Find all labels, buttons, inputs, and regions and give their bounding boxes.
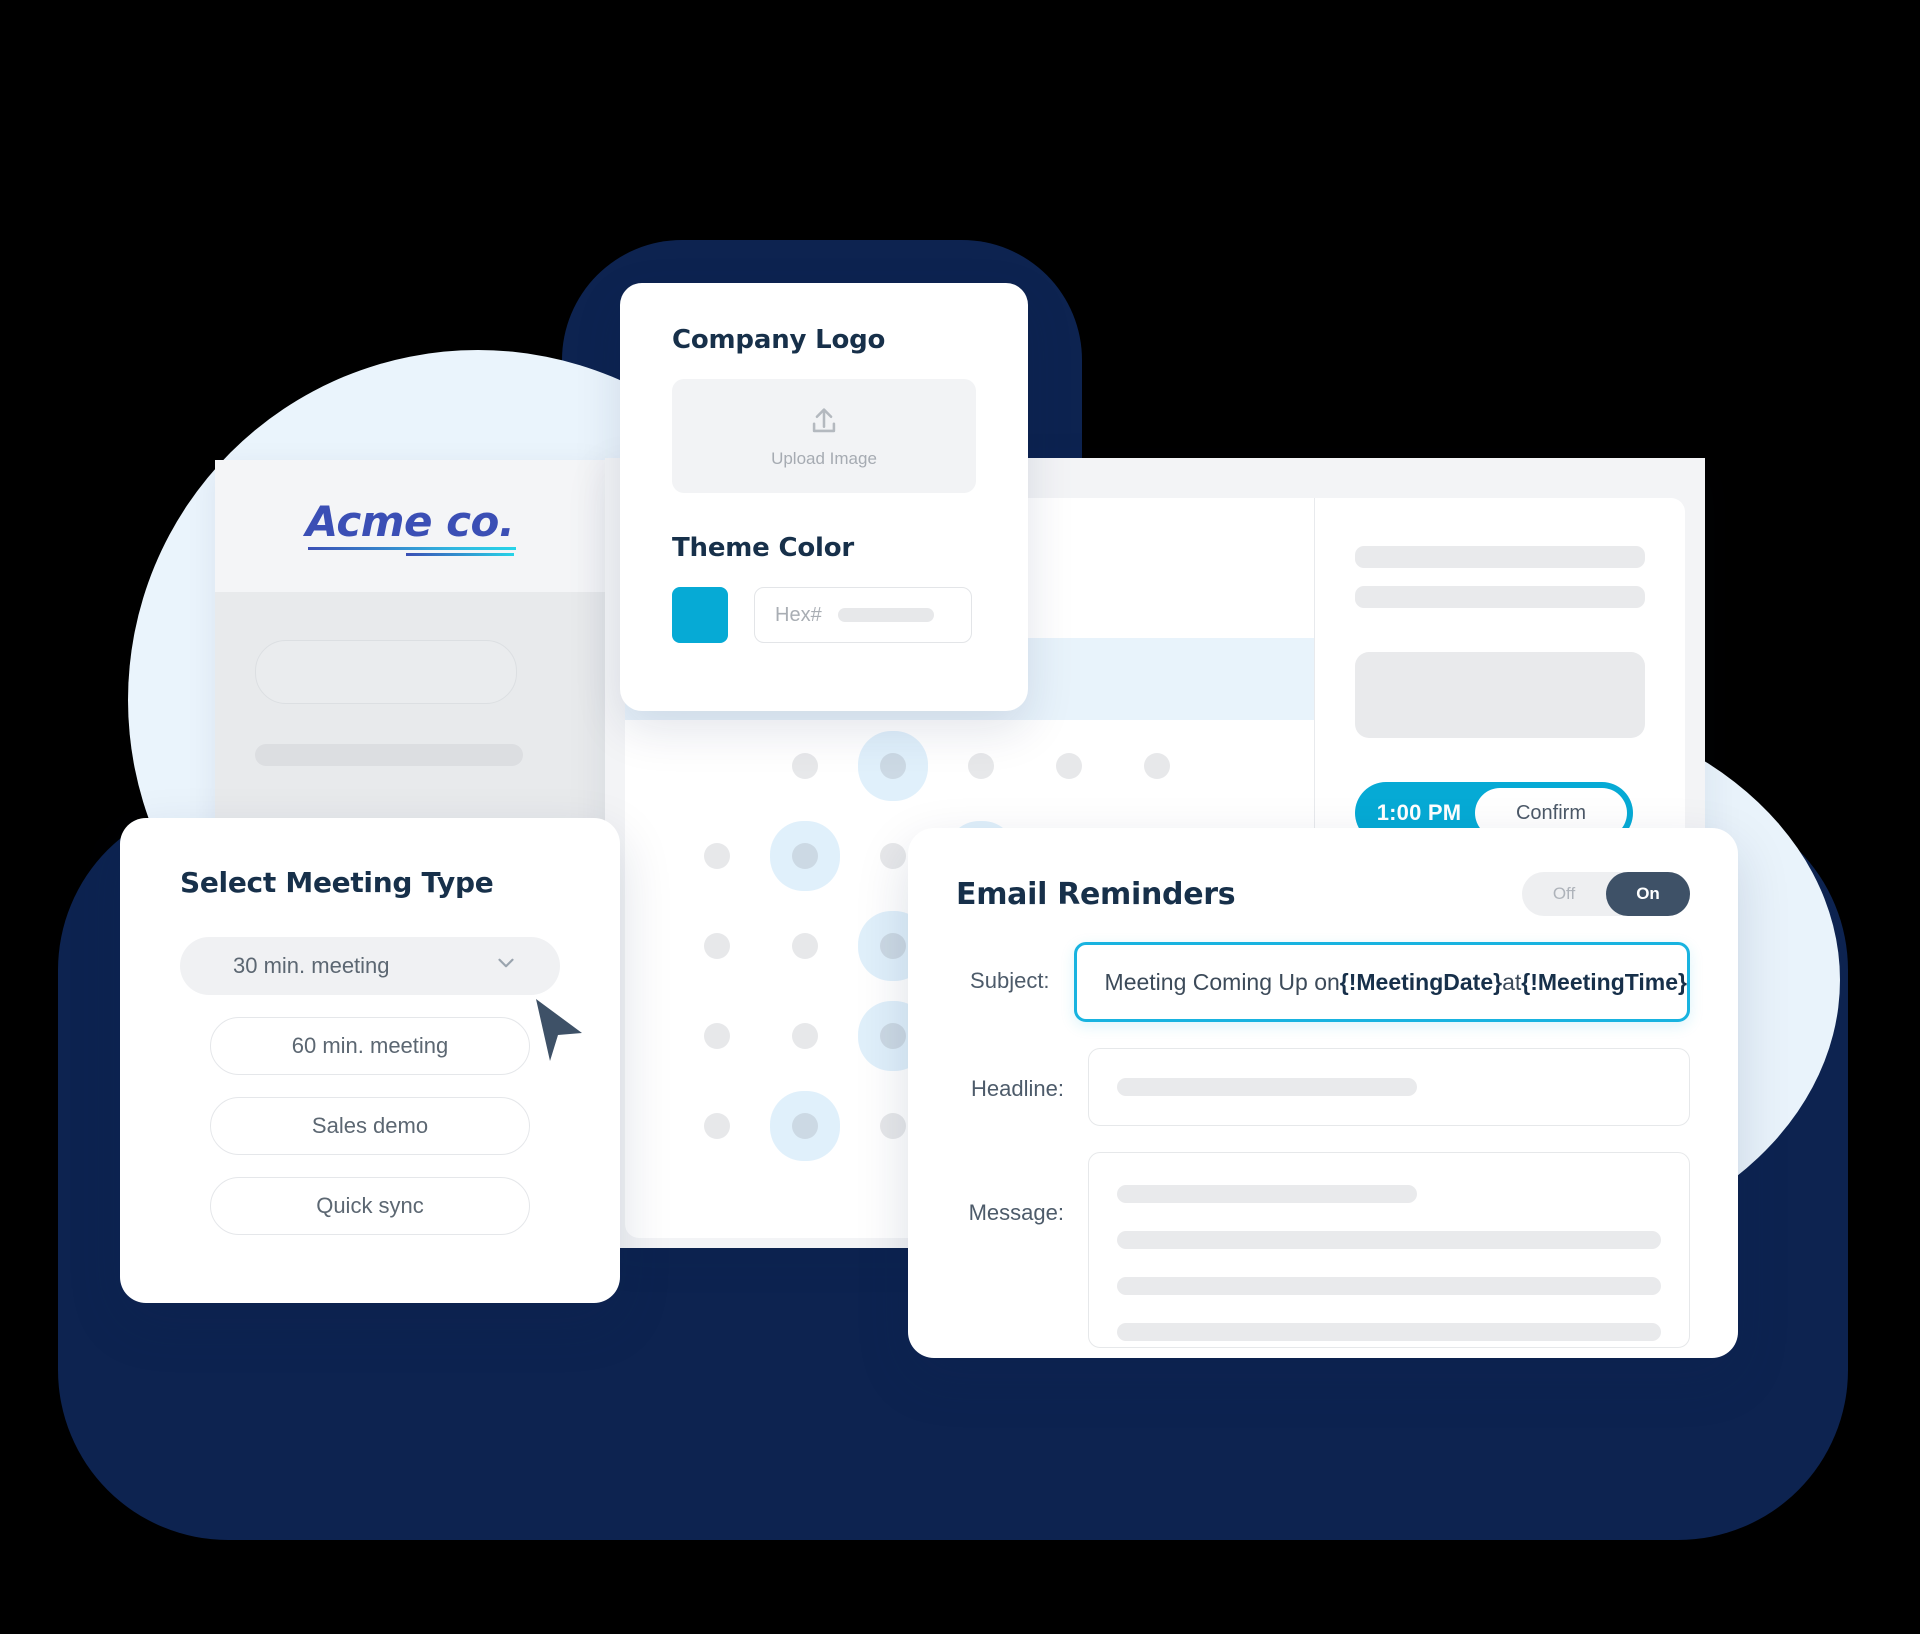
calendar-day-dot[interactable]: [792, 843, 818, 869]
headline-label: Headline:: [971, 1076, 1064, 1101]
message-line-placeholder: [1117, 1185, 1417, 1203]
calendar-day-dot[interactable]: [704, 1113, 730, 1139]
calendar-day-dot[interactable]: [704, 843, 730, 869]
email-reminders-title: Email Reminders: [956, 876, 1236, 912]
subject-text-mid: at: [1502, 968, 1522, 995]
subject-label: Subject:: [970, 968, 1050, 993]
meeting-type-option-label: 60 min. meeting: [291, 1033, 449, 1058]
message-input[interactable]: [1088, 1152, 1690, 1348]
navy-blob-notch: [0, 0, 210, 340]
message-line-placeholder: [1117, 1277, 1661, 1295]
message-line-placeholder: [1117, 1323, 1661, 1341]
meeting-type-option[interactable]: Quick sync: [210, 1177, 530, 1235]
email-reminders-toggle[interactable]: Off On: [1522, 872, 1690, 916]
theme-color-title: Theme Color: [672, 533, 854, 563]
calendar-day-dot[interactable]: [704, 933, 730, 959]
detail-line-placeholder: [1355, 546, 1645, 568]
headline-input[interactable]: [1088, 1048, 1690, 1126]
calendar-day-dot[interactable]: [792, 1023, 818, 1049]
headline-field-row: Headline:: [956, 1048, 1690, 1126]
calendar-day-dot[interactable]: [880, 1023, 906, 1049]
subject-field-row: Subject: Meeting Coming Up on {!MeetingD…: [956, 942, 1690, 1022]
meeting-type-option[interactable]: 60 min. meeting: [210, 1017, 530, 1075]
meeting-type-option-label: Quick sync: [316, 1193, 424, 1218]
hex-input-value-placeholder: [837, 608, 934, 622]
message-line-placeholder: [1117, 1231, 1661, 1249]
calendar-day-dot[interactable]: [792, 933, 818, 959]
hex-input-placeholder: Hex#: [775, 603, 822, 626]
calendar-day-dot[interactable]: [704, 1023, 730, 1049]
subject-text-prefix: Meeting Coming Up on: [1104, 968, 1340, 995]
hex-input[interactable]: Hex#: [754, 587, 972, 643]
acme-logo-underline-primary: [307, 546, 517, 550]
calendar-day-dot[interactable]: [792, 1113, 818, 1139]
toggle-on-option[interactable]: On: [1606, 872, 1690, 916]
meeting-type-option[interactable]: 30 min. meeting: [180, 937, 560, 995]
chevron-down-icon[interactable]: [493, 950, 519, 982]
calendar-day-dot[interactable]: [1056, 753, 1082, 779]
message-label: Message:: [968, 1200, 1064, 1225]
detail-block-placeholder: [1355, 652, 1645, 738]
headline-value-placeholder: [1117, 1078, 1417, 1096]
subject-token-date: {!MeetingDate}: [1339, 968, 1503, 995]
time-slot-label: 1:00 PM: [1376, 800, 1462, 825]
detail-line-placeholder: [1355, 586, 1645, 608]
calendar-day-dot[interactable]: [880, 753, 906, 779]
branding-logo-wrap: Acme co.: [215, 460, 605, 592]
subject-input[interactable]: Meeting Coming Up on {!MeetingDate} at {…: [1073, 942, 1690, 1022]
meeting-type-option[interactable]: Sales demo: [210, 1097, 530, 1155]
message-field-row: Message:: [956, 1152, 1690, 1348]
acme-logo-text: Acme co.: [305, 496, 515, 546]
cursor-arrow-icon: [536, 999, 582, 1061]
calendar-day-dot[interactable]: [1144, 753, 1170, 779]
company-logo-title: Company Logo: [672, 325, 886, 355]
calendar-day-dot[interactable]: [880, 1113, 906, 1139]
branding-placeholder-bar: [255, 744, 523, 766]
toggle-off-option[interactable]: Off: [1522, 872, 1606, 916]
upload-icon: [807, 404, 841, 443]
select-meeting-type-title: Select Meeting Type: [180, 866, 494, 899]
calendar-day-dot[interactable]: [880, 933, 906, 959]
calendar-day-dot[interactable]: [880, 843, 906, 869]
meeting-type-options: 30 min. meeting 60 min. meeting Sales demo…: [120, 937, 620, 1235]
calendar-day-dot[interactable]: [792, 753, 818, 779]
theme-color-row: Hex#: [672, 587, 976, 643]
subject-token-time: {!MeetingTime}: [1521, 968, 1687, 995]
theme-color-swatch[interactable]: [672, 587, 728, 643]
acme-logo: Acme co.: [305, 496, 517, 556]
illustration-stage: Acme co. 1:00 PM Confirm Company Logo Up…: [0, 0, 1920, 1634]
acme-logo-underline-secondary: [405, 552, 515, 556]
upload-image-label: Upload Image: [771, 448, 877, 468]
meeting-type-option-label: 30 min. meeting: [233, 953, 390, 978]
email-reminders-header: Email Reminders Off On: [956, 872, 1690, 916]
meeting-type-option-label: Sales demo: [311, 1113, 429, 1138]
brand-settings-card: Company Logo Upload Image Theme Color He…: [620, 283, 1028, 711]
calendar-day-dot[interactable]: [968, 753, 994, 779]
email-reminders-card: Email Reminders Off On Subject: Meeting …: [908, 828, 1738, 1358]
upload-image-dropzone[interactable]: Upload Image: [672, 379, 976, 493]
branding-placeholder-pill: [255, 640, 517, 704]
